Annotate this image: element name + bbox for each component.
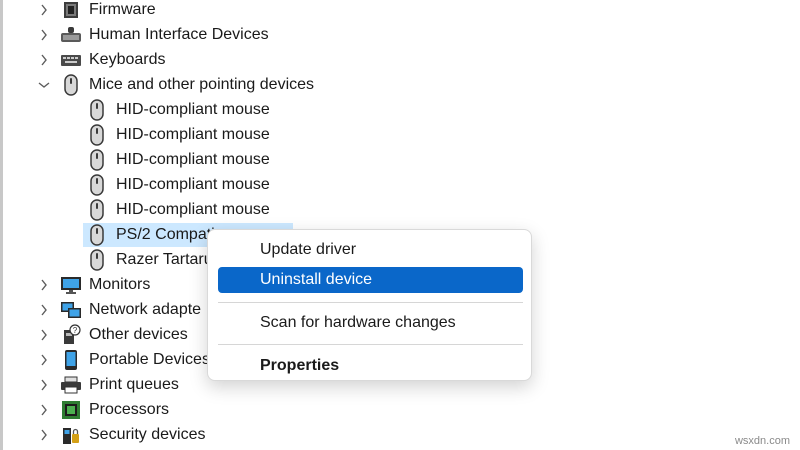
mouse-icon	[86, 224, 108, 246]
hid-icon	[60, 24, 82, 46]
uninstall-device-menu-item[interactable]: Uninstall device	[218, 267, 523, 293]
tree-item-hid-mouse-1[interactable]: HID-compliant mouse	[0, 98, 800, 122]
tree-item-security-devices[interactable]: Security devices	[0, 423, 800, 447]
menu-separator	[218, 302, 523, 303]
mouse-icon	[86, 249, 108, 271]
chevron-right-icon[interactable]	[38, 23, 50, 47]
tree-item-label: HID-compliant mouse	[116, 176, 270, 193]
tree-item-label: Print queues	[89, 376, 179, 393]
chevron-right-icon[interactable]	[38, 398, 50, 422]
other-devices-icon: ?	[60, 324, 82, 346]
tree-item-label: Network adapte	[89, 301, 202, 318]
chevron-right-icon[interactable]	[38, 0, 50, 22]
printer-icon	[60, 374, 82, 396]
mouse-icon	[60, 74, 82, 96]
tree-item-firmware[interactable]: Firmware	[0, 0, 800, 22]
chevron-right-icon[interactable]	[38, 348, 50, 372]
mouse-icon	[86, 99, 108, 121]
tree-item-processors[interactable]: Processors	[0, 398, 800, 422]
update-driver-menu-item[interactable]: Update driver	[218, 237, 523, 263]
tree-item-label: Other devices	[89, 326, 188, 343]
tree-item-label: Mice and other pointing devices	[89, 76, 315, 93]
properties-menu-item[interactable]: Properties	[218, 353, 523, 379]
portable-device-icon	[60, 349, 82, 371]
tree-item-keyboards[interactable]: Keyboards	[0, 48, 800, 72]
watermark: wsxdn.com	[734, 435, 790, 447]
device-manager-window: Firmware Human Interface Devices Keyboar…	[0, 0, 800, 450]
processor-icon	[60, 399, 82, 421]
tree-item-label: HID-compliant mouse	[116, 101, 270, 118]
tree-item-label: PS/2 Compati	[116, 226, 215, 243]
chevron-right-icon[interactable]	[38, 323, 50, 347]
monitor-icon	[60, 274, 82, 296]
tree-item-label: HID-compliant mouse	[116, 201, 270, 218]
keyboard-icon	[60, 49, 82, 71]
tree-item-hid-mouse-2[interactable]: HID-compliant mouse	[0, 123, 800, 147]
tree-item-hid-mouse-3[interactable]: HID-compliant mouse	[0, 148, 800, 172]
chevron-right-icon[interactable]	[38, 373, 50, 397]
tree-item-label: Human Interface Devices	[89, 26, 269, 43]
tree-item-hid-mouse-4[interactable]: HID-compliant mouse	[0, 173, 800, 197]
tree-item-hid-mouse-5[interactable]: HID-compliant mouse	[0, 198, 800, 222]
chevron-down-icon[interactable]	[38, 73, 50, 97]
tree-item-label: Razer Tartaru	[116, 251, 213, 268]
tree-item-label: Firmware	[89, 1, 156, 18]
tree-item-label: Keyboards	[89, 51, 166, 68]
tree-item-human-interface-devices[interactable]: Human Interface Devices	[0, 23, 800, 47]
mouse-icon	[86, 174, 108, 196]
mouse-icon	[86, 124, 108, 146]
context-menu: Update driver Uninstall device Scan for …	[207, 229, 532, 381]
firmware-icon	[60, 0, 82, 21]
tree-item-mice[interactable]: Mice and other pointing devices	[0, 73, 800, 97]
security-device-icon	[60, 424, 82, 446]
tree-item-label: Monitors	[89, 276, 151, 293]
chevron-right-icon[interactable]	[38, 48, 50, 72]
tree-item-label: Security devices	[89, 426, 206, 443]
network-icon	[60, 299, 82, 321]
svg-text:?: ?	[73, 326, 78, 335]
device-tree: Firmware Human Interface Devices Keyboar…	[0, 0, 800, 450]
tree-item-label: Portable Devices	[89, 351, 210, 368]
scan-hardware-changes-menu-item[interactable]: Scan for hardware changes	[218, 310, 523, 336]
chevron-right-icon[interactable]	[38, 423, 50, 447]
tree-item-label: HID-compliant mouse	[116, 126, 270, 143]
menu-separator	[218, 344, 523, 345]
tree-item-label: Processors	[89, 401, 170, 418]
chevron-right-icon[interactable]	[38, 298, 50, 322]
chevron-right-icon[interactable]	[38, 273, 50, 297]
tree-item-label: HID-compliant mouse	[116, 151, 270, 168]
mouse-icon	[86, 149, 108, 171]
mouse-icon	[86, 199, 108, 221]
